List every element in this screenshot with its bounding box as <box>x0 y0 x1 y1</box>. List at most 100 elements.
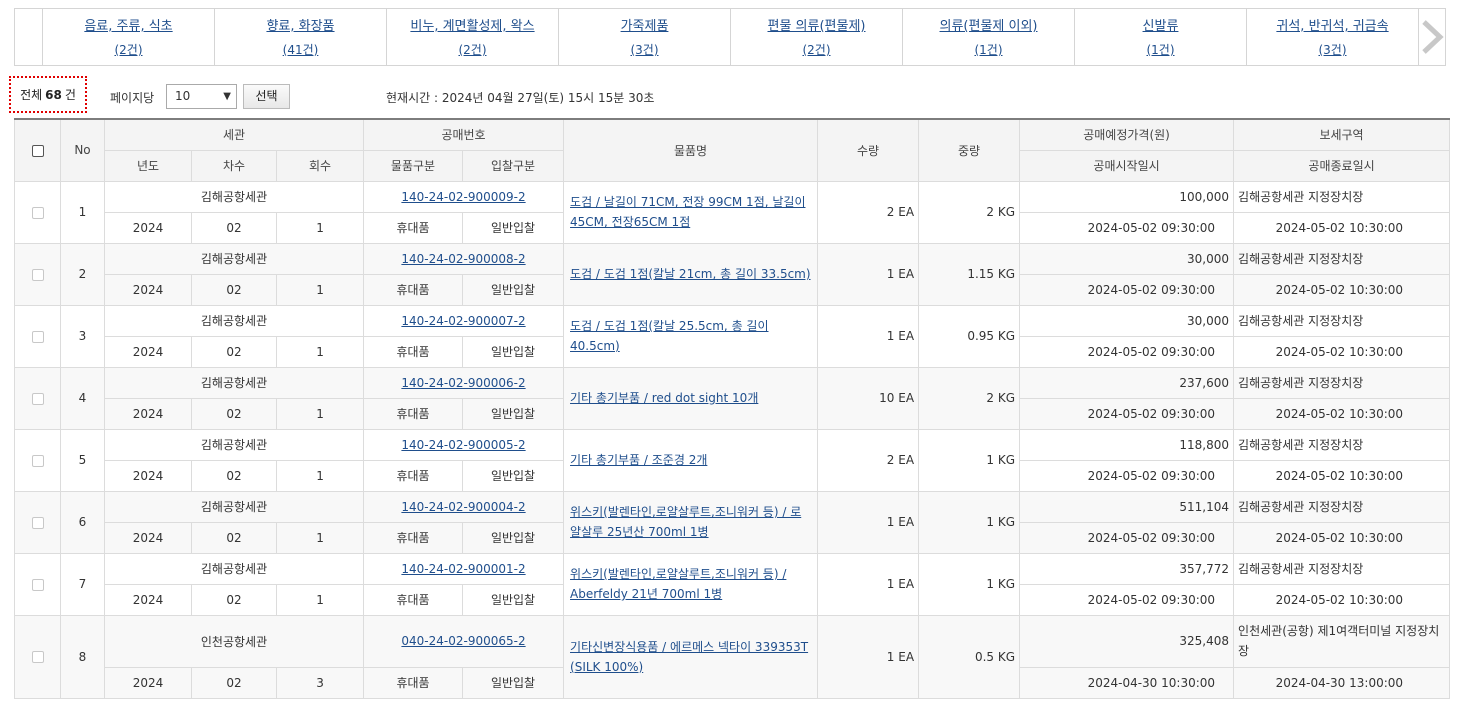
total-count: 전체 68 건 <box>9 76 87 113</box>
table-row: 5 김해공항세관 140-24-02-900005-2 기타 총기부품 / 조준경 2… <box>14 428 1451 492</box>
select-button[interactable]: 선택 <box>243 84 290 109</box>
row-customs: 김해공항세관 <box>103 428 365 461</box>
row-select-cell[interactable] <box>14 304 61 368</box>
item-name-link[interactable]: 도검 / 도검 1점(칼날 21cm, 총 길이 33.5cm) <box>570 267 811 281</box>
table-row: 1 김해공항세관 140-24-02-900009-2 도검 / 날길이 71CM, … <box>14 180 1451 244</box>
category-name-link[interactable]: 음료, 주류, 식초 <box>43 17 214 37</box>
auction-no-link[interactable]: 140-24-02-900005-2 <box>401 438 525 452</box>
row-quantity: 1 EA <box>817 242 920 306</box>
auction-no-link[interactable]: 140-24-02-900006-2 <box>401 376 525 390</box>
row-price: 511,104 <box>1019 490 1235 523</box>
row-price: 325,408 <box>1019 614 1235 668</box>
row-item-name-cell: 기타 총기부품 / 조준경 2개 <box>563 428 819 492</box>
auction-no-link[interactable]: 140-24-02-900009-2 <box>401 190 525 204</box>
row-quantity: 1 EA <box>817 552 920 616</box>
row-bonded-area: 김해공항세관 지정장치장 <box>1233 490 1451 523</box>
item-name-link[interactable]: 도검 / 날길이 71CM, 전장 99CM 1점, 날길이 45CM, 전장6… <box>570 195 805 229</box>
item-name-link[interactable]: 기타신변장식용품 / 에르메스 넥타이 339353T (SILK 100%) <box>570 640 808 674</box>
col-item-name: 물품명 <box>563 118 819 182</box>
row-checkbox[interactable] <box>31 268 44 281</box>
row-no: 8 <box>60 614 105 699</box>
category-name-link[interactable]: 의류(편물제 이외) <box>903 17 1074 37</box>
auction-no-link[interactable]: 140-24-02-900004-2 <box>401 500 525 514</box>
row-item-name-cell: 기타 총기부품 / red dot sight 10개 <box>563 366 819 430</box>
row-end-date: 2024-05-02 10:30:00 <box>1233 211 1451 244</box>
row-checkbox[interactable] <box>31 578 44 591</box>
row-checkbox[interactable] <box>31 651 44 663</box>
row-auction-no-cell: 140-24-02-900007-2 <box>363 304 565 337</box>
row-item-name-cell: 기타신변장식용품 / 에르메스 넥타이 339353T (SILK 100%) <box>563 614 819 699</box>
category-name-link[interactable]: 편물 의류(편물제) <box>731 17 902 37</box>
category-count-link[interactable]: (1건) <box>1075 41 1246 58</box>
category-item[interactable]: 편물 의류(편물제) (2건) <box>731 9 903 65</box>
item-name-link[interactable]: 위스키(발렌타인,로얄살루트,조니워커 등) / Aberfeldy 21년 7… <box>570 567 786 601</box>
auction-no-link[interactable]: 140-24-02-900001-2 <box>401 562 525 576</box>
row-weight: 1 KG <box>918 428 1021 492</box>
row-select-cell[interactable] <box>14 366 61 430</box>
row-select-cell[interactable] <box>14 180 61 244</box>
category-count-link[interactable]: (1건) <box>903 41 1074 58</box>
row-round: 1 <box>275 521 365 554</box>
row-checkbox[interactable] <box>31 392 44 405</box>
row-checkbox[interactable] <box>31 330 44 343</box>
category-item[interactable]: 신발류 (1건) <box>1075 9 1247 65</box>
category-name-link[interactable]: 귀석, 반귀석, 귀금속 <box>1247 17 1418 37</box>
table-row: 3 김해공항세관 140-24-02-900007-2 도검 / 도검 1점(칼날 2… <box>14 304 1451 368</box>
auction-no-link[interactable]: 140-24-02-900007-2 <box>401 314 525 328</box>
category-name-link[interactable]: 향료, 화장품 <box>215 17 386 37</box>
row-year: 2024 <box>104 666 192 699</box>
row-quantity: 1 EA <box>817 490 920 554</box>
row-no: 2 <box>60 242 105 306</box>
category-count-link[interactable]: (2건) <box>387 41 558 58</box>
category-item[interactable]: 가죽제품 (3건) <box>559 9 731 65</box>
row-session: 02 <box>191 273 277 306</box>
row-end-date: 2024-05-02 10:30:00 <box>1233 583 1451 616</box>
row-select-cell[interactable] <box>14 552 61 616</box>
category-count-link[interactable]: (3건) <box>559 41 730 58</box>
auction-no-link[interactable]: 040-24-02-900065-2 <box>401 634 525 648</box>
category-count-link[interactable]: (41건) <box>215 41 386 58</box>
category-item[interactable]: 귀석, 반귀석, 귀금속 (3건) <box>1247 9 1419 65</box>
category-count-link[interactable]: (2건) <box>731 41 902 58</box>
row-no: 3 <box>60 304 105 368</box>
item-name-link[interactable]: 기타 총기부품 / red dot sight 10개 <box>570 391 758 405</box>
select-all-checkbox[interactable] <box>31 144 44 157</box>
col-customs: 세관 <box>103 118 365 151</box>
row-checkbox[interactable] <box>31 454 44 467</box>
category-item[interactable]: 비누, 계면활성제, 왁스 (2건) <box>387 9 559 65</box>
category-item[interactable]: 향료, 화장품 (41건) <box>215 9 387 65</box>
row-select-cell[interactable] <box>14 490 61 554</box>
row-quantity: 10 EA <box>817 366 920 430</box>
row-round: 1 <box>275 211 365 244</box>
row-customs: 김해공항세관 <box>103 366 365 399</box>
select-all-cell[interactable] <box>14 118 61 182</box>
category-name-link[interactable]: 가죽제품 <box>559 17 730 37</box>
category-next-button[interactable] <box>1419 9 1445 65</box>
row-select-cell[interactable] <box>14 614 61 699</box>
row-round: 3 <box>275 666 365 699</box>
row-select-cell[interactable] <box>14 242 61 306</box>
category-count-link[interactable]: (2건) <box>43 41 214 58</box>
category-name-link[interactable]: 신발류 <box>1075 17 1246 37</box>
row-checkbox[interactable] <box>31 206 44 219</box>
category-item[interactable]: 음료, 주류, 식초 (2건) <box>43 9 215 65</box>
item-name-link[interactable]: 기타 총기부품 / 조준경 2개 <box>570 453 707 467</box>
row-session: 02 <box>191 397 277 430</box>
row-year: 2024 <box>104 211 192 244</box>
item-name-link[interactable]: 위스키(발렌타인,로얄살루트,조니워커 등) / 로얄살루 25년산 700ml… <box>570 505 801 539</box>
total-count-value: 68 <box>45 87 62 102</box>
category-bar-spacer <box>15 9 43 65</box>
auction-no-link[interactable]: 140-24-02-900008-2 <box>401 252 525 266</box>
row-end-date: 2024-05-02 10:30:00 <box>1233 521 1451 554</box>
item-name-link[interactable]: 도검 / 도검 1점(칼날 25.5cm, 총 길이 40.5cm) <box>570 319 768 353</box>
per-page-select[interactable]: 10 ▼ <box>166 84 237 109</box>
category-name-link[interactable]: 비누, 계면활성제, 왁스 <box>387 17 558 37</box>
table-body: 1 김해공항세관 140-24-02-900009-2 도검 / 날길이 71CM, … <box>14 180 1451 699</box>
col-quantity: 수량 <box>817 118 920 182</box>
row-checkbox[interactable] <box>31 516 44 529</box>
row-select-cell[interactable] <box>14 428 61 492</box>
category-count-link[interactable]: (3건) <box>1247 41 1418 58</box>
category-item[interactable]: 의류(편물제 이외) (1건) <box>903 9 1075 65</box>
row-auction-no-cell: 040-24-02-900065-2 <box>363 614 565 668</box>
row-quantity: 2 EA <box>817 428 920 492</box>
